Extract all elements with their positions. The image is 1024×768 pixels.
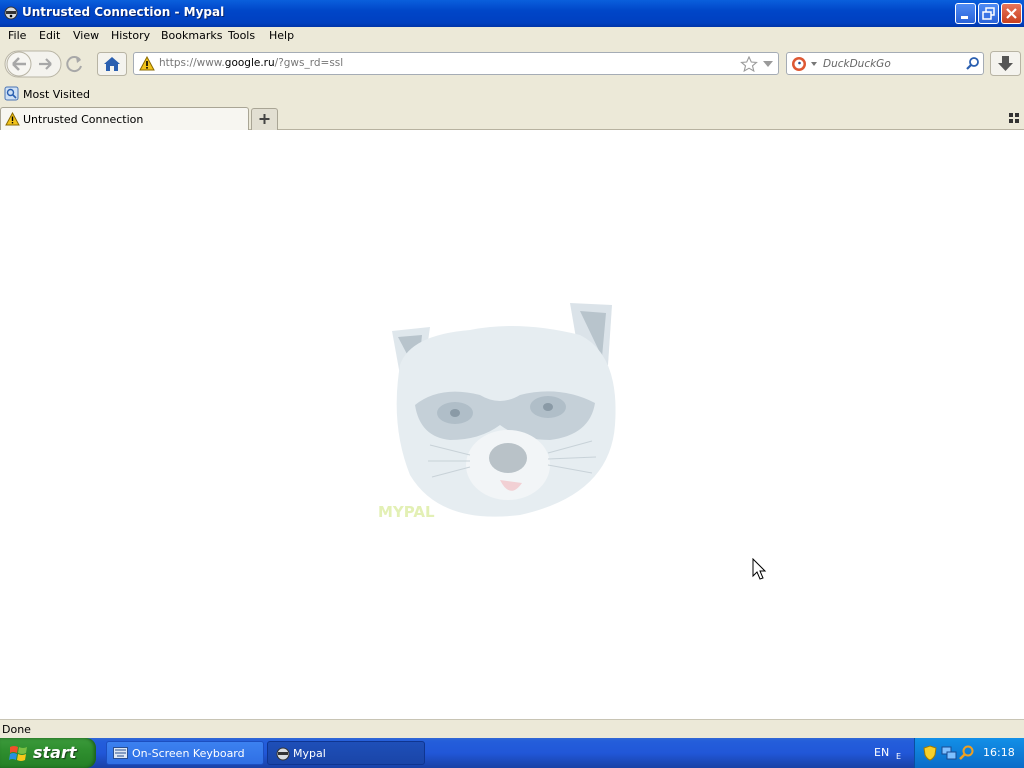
window-title: Untrusted Connection - Mypal (22, 5, 225, 19)
taskbar: start On-Screen Keyboard Mypal EN E 16:1… (0, 738, 1024, 768)
menu-file[interactable]: File (8, 29, 26, 42)
close-button[interactable] (1001, 3, 1022, 24)
back-forward-buttons[interactable] (4, 50, 62, 78)
system-tray: 16:18 (914, 738, 1024, 768)
menu-tools[interactable]: Tools (228, 29, 255, 42)
most-visited-bookmark[interactable]: Most Visited (23, 88, 90, 101)
clock[interactable]: 16:18 (983, 746, 1015, 759)
network-icon[interactable] (941, 745, 957, 761)
search-tray-icon[interactable] (959, 745, 975, 761)
search-icon[interactable] (965, 56, 980, 71)
plus-icon (259, 114, 270, 124)
home-button[interactable] (97, 52, 127, 76)
tab-warning-icon (5, 112, 20, 126)
restore-icon (982, 7, 995, 20)
bookmark-star-icon[interactable] (740, 56, 758, 72)
menu-help[interactable]: Help (269, 29, 294, 42)
url-text: https://www.google.ru/?gws_rd=ssl (159, 57, 343, 69)
mypal-raccoon-logo: MYPAL (378, 303, 616, 521)
mouse-cursor-icon (752, 558, 767, 580)
warning-icon (139, 56, 155, 71)
page-content: MYPAL (0, 130, 1024, 719)
menu-bar: File Edit View History Bookmarks Tools H… (0, 27, 1024, 45)
start-label: start (33, 743, 77, 762)
duckduckgo-engine-icon[interactable] (791, 56, 819, 72)
search-bar[interactable]: DuckDuckGo (786, 52, 984, 75)
taskbar-item-label: Mypal (293, 747, 326, 760)
tab-strip: Untrusted Connection (0, 105, 1024, 130)
windows-logo-icon (9, 746, 27, 761)
language-bar-icon[interactable]: E (896, 750, 902, 760)
url-prefix: https://www. (159, 57, 225, 69)
url-dropdown-icon[interactable] (762, 59, 774, 69)
language-indicator[interactable]: EN (874, 746, 889, 759)
security-shield-icon[interactable] (923, 745, 937, 761)
keyboard-icon (113, 747, 128, 759)
url-bar[interactable]: https://www.google.ru/?gws_rd=ssl (133, 52, 779, 75)
close-icon (1006, 8, 1017, 19)
most-visited-folder-icon (4, 86, 19, 101)
url-suffix: /?gws_rd=ssl (274, 57, 344, 69)
tab-untrusted-connection[interactable]: Untrusted Connection (0, 107, 249, 130)
status-text: Done (2, 723, 31, 736)
restore-button[interactable] (978, 3, 999, 24)
mypal-logo-text: MYPAL (378, 503, 435, 521)
taskbar-item-on-screen-keyboard[interactable]: On-Screen Keyboard (106, 741, 264, 765)
menu-view[interactable]: View (73, 29, 99, 42)
svg-text:E: E (896, 752, 901, 760)
window-title-bar[interactable]: Untrusted Connection - Mypal (0, 0, 1024, 27)
taskbar-item-label: On-Screen Keyboard (132, 747, 245, 760)
menu-bookmarks[interactable]: Bookmarks (161, 29, 222, 42)
mypal-app-icon (4, 6, 18, 20)
minimize-button[interactable] (955, 3, 976, 24)
list-all-tabs-icon[interactable] (1008, 112, 1020, 124)
search-placeholder: DuckDuckGo (823, 58, 891, 70)
mypal-taskbar-icon (276, 747, 290, 761)
bookmarks-toolbar: Most Visited (0, 83, 1024, 105)
new-tab-button[interactable] (251, 108, 278, 130)
menu-history[interactable]: History (111, 29, 150, 42)
minimize-icon (961, 16, 968, 19)
taskbar-item-mypal[interactable]: Mypal (267, 741, 425, 765)
tab-label: Untrusted Connection (23, 113, 144, 126)
url-domain: google.ru (224, 57, 275, 69)
downloads-button[interactable] (990, 51, 1021, 76)
reload-button[interactable] (63, 53, 87, 75)
menu-edit[interactable]: Edit (39, 29, 60, 42)
start-button[interactable]: start (0, 738, 96, 768)
status-bar: Done (0, 719, 1024, 738)
